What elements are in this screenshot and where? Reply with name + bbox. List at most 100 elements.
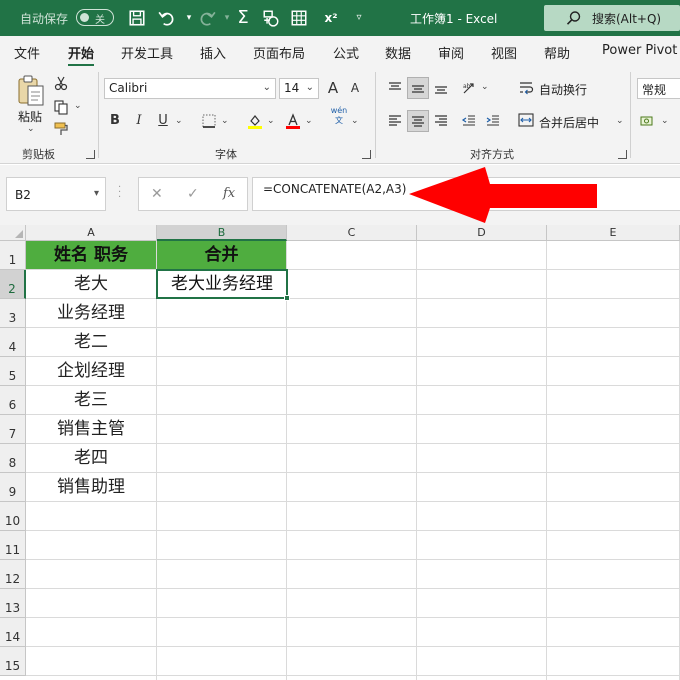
- copy-dropdown-icon[interactable]: ⌄: [74, 101, 82, 111]
- tab-home[interactable]: 开始: [68, 43, 95, 67]
- cell-a3[interactable]: 业务经理: [26, 299, 156, 327]
- font-name-combo[interactable]: Calibri ⌄: [104, 78, 276, 99]
- paste-icon[interactable]: [16, 74, 46, 110]
- row-header[interactable]: 5: [0, 357, 26, 386]
- underline-dropdown-icon[interactable]: ⌄: [175, 116, 183, 126]
- cell-a8[interactable]: 老四: [26, 444, 156, 472]
- align-top-icon[interactable]: [384, 77, 406, 99]
- bold-button[interactable]: B: [104, 110, 126, 132]
- column-header-a[interactable]: A: [26, 225, 157, 241]
- font-launcher-icon[interactable]: [362, 150, 371, 159]
- number-format-combo[interactable]: 常规: [637, 78, 680, 99]
- cell-a1[interactable]: 姓名 职务: [26, 241, 156, 269]
- shrink-font-icon[interactable]: A: [344, 77, 366, 99]
- align-bottom-icon[interactable]: [430, 77, 452, 99]
- autosave-toggle[interactable]: 关: [76, 9, 114, 26]
- cell-a4[interactable]: 老二: [26, 328, 156, 356]
- tab-help[interactable]: 帮助: [544, 43, 570, 62]
- search-box[interactable]: 搜索(Alt+Q): [544, 5, 680, 31]
- align-center-icon[interactable]: [407, 110, 429, 132]
- orientation-icon[interactable]: ab: [458, 77, 480, 99]
- row-header[interactable]: 13: [0, 589, 26, 618]
- cell-a2[interactable]: 老大: [26, 270, 156, 298]
- superscript-icon[interactable]: x²: [320, 8, 342, 28]
- decrease-indent-icon[interactable]: [458, 110, 480, 132]
- format-icon[interactable]: [260, 8, 282, 28]
- grow-font-icon[interactable]: A: [322, 77, 344, 99]
- undo-icon[interactable]: [156, 8, 178, 28]
- column-header-e[interactable]: E: [547, 225, 680, 241]
- cell-a6[interactable]: 老三: [26, 386, 156, 414]
- italic-button[interactable]: I: [128, 110, 150, 132]
- row-header[interactable]: 12: [0, 560, 26, 589]
- tab-review[interactable]: 审阅: [438, 43, 464, 62]
- tab-power-pivot[interactable]: Power Pivot: [602, 43, 677, 58]
- accounting-format-icon[interactable]: [637, 110, 659, 132]
- merge-dropdown-icon[interactable]: ⌄: [616, 116, 624, 126]
- tab-insert[interactable]: 插入: [200, 43, 226, 62]
- tab-view[interactable]: 视图: [491, 43, 517, 62]
- copy-icon[interactable]: [50, 96, 72, 118]
- align-left-icon[interactable]: [384, 110, 406, 132]
- tab-developer[interactable]: 开发工具: [121, 43, 173, 62]
- format-painter-icon[interactable]: [50, 118, 72, 140]
- phonetic-dropdown-icon[interactable]: ⌄: [351, 116, 359, 126]
- align-right-icon[interactable]: [430, 110, 452, 132]
- row-header[interactable]: 7: [0, 415, 26, 444]
- paste-dropdown-icon[interactable]: ⌄: [27, 124, 35, 134]
- increase-indent-icon[interactable]: [482, 110, 504, 132]
- row-header[interactable]: 1: [0, 241, 26, 270]
- formula-bar-resize-handle[interactable]: · · ·: [118, 183, 122, 203]
- cell-b1[interactable]: 合并: [157, 241, 286, 269]
- cut-icon[interactable]: [50, 72, 72, 94]
- worksheet-grid[interactable]: A B C D E 1 2 3 4 5 6 7 8 9 10 11 12 13 14 15 姓名 职务 合并 老大…: [0, 225, 680, 680]
- column-header-d[interactable]: D: [417, 225, 547, 241]
- tab-page-layout[interactable]: 页面布局: [253, 43, 305, 62]
- fill-color-icon[interactable]: [244, 110, 266, 132]
- font-color-dropdown-icon[interactable]: ⌄: [305, 116, 313, 126]
- insert-function-icon[interactable]: fx: [223, 186, 235, 201]
- row-header[interactable]: 15: [0, 647, 26, 676]
- merge-center-icon[interactable]: [518, 112, 536, 130]
- fill-color-dropdown-icon[interactable]: ⌄: [267, 116, 275, 126]
- tab-data[interactable]: 数据: [385, 43, 411, 62]
- clipboard-launcher-icon[interactable]: [86, 150, 95, 159]
- orientation-dropdown-icon[interactable]: ⌄: [481, 82, 489, 92]
- phonetic-icon[interactable]: wén 文: [328, 106, 350, 128]
- align-middle-icon[interactable]: [407, 77, 429, 99]
- select-all-corner[interactable]: [0, 225, 26, 241]
- redo-icon[interactable]: [196, 8, 218, 28]
- row-header[interactable]: 4: [0, 328, 26, 357]
- cell-b2[interactable]: 老大业务经理: [156, 269, 288, 299]
- row-header[interactable]: 9: [0, 473, 26, 502]
- borders-icon[interactable]: [198, 110, 220, 132]
- autosum-icon[interactable]: Σ: [232, 8, 254, 28]
- name-box[interactable]: B2 ▾: [6, 177, 106, 211]
- cancel-icon[interactable]: ✕: [151, 186, 163, 202]
- wrap-text-icon[interactable]: [518, 80, 536, 98]
- tab-formulas[interactable]: 公式: [333, 43, 359, 62]
- merge-center-label[interactable]: 合并后居中: [539, 114, 599, 131]
- fill-handle[interactable]: [284, 295, 290, 301]
- font-size-combo[interactable]: 14 ⌄: [279, 78, 319, 99]
- wrap-text-label[interactable]: 自动换行: [539, 81, 587, 98]
- column-header-b[interactable]: B: [157, 225, 287, 241]
- row-header[interactable]: 14: [0, 618, 26, 647]
- row-header[interactable]: 8: [0, 444, 26, 473]
- row-header[interactable]: 6: [0, 386, 26, 415]
- alignment-launcher-icon[interactable]: [618, 150, 627, 159]
- borders-dropdown-icon[interactable]: ⌄: [221, 116, 229, 126]
- cell-a5[interactable]: 企划经理: [26, 357, 156, 385]
- table-grid-icon[interactable]: [288, 8, 310, 28]
- row-header[interactable]: 10: [0, 502, 26, 531]
- row-header[interactable]: 2: [0, 270, 26, 299]
- tab-file[interactable]: 文件: [14, 43, 40, 62]
- save-icon[interactable]: [126, 8, 148, 28]
- underline-button[interactable]: U: [152, 110, 174, 132]
- confirm-icon[interactable]: ✓: [187, 186, 199, 202]
- column-header-c[interactable]: C: [287, 225, 417, 241]
- customize-toolbar-icon[interactable]: ▿: [348, 8, 370, 28]
- font-color-icon[interactable]: [282, 110, 304, 132]
- cell-a9[interactable]: 销售助理: [26, 473, 156, 501]
- paste-label[interactable]: 粘贴: [18, 108, 42, 125]
